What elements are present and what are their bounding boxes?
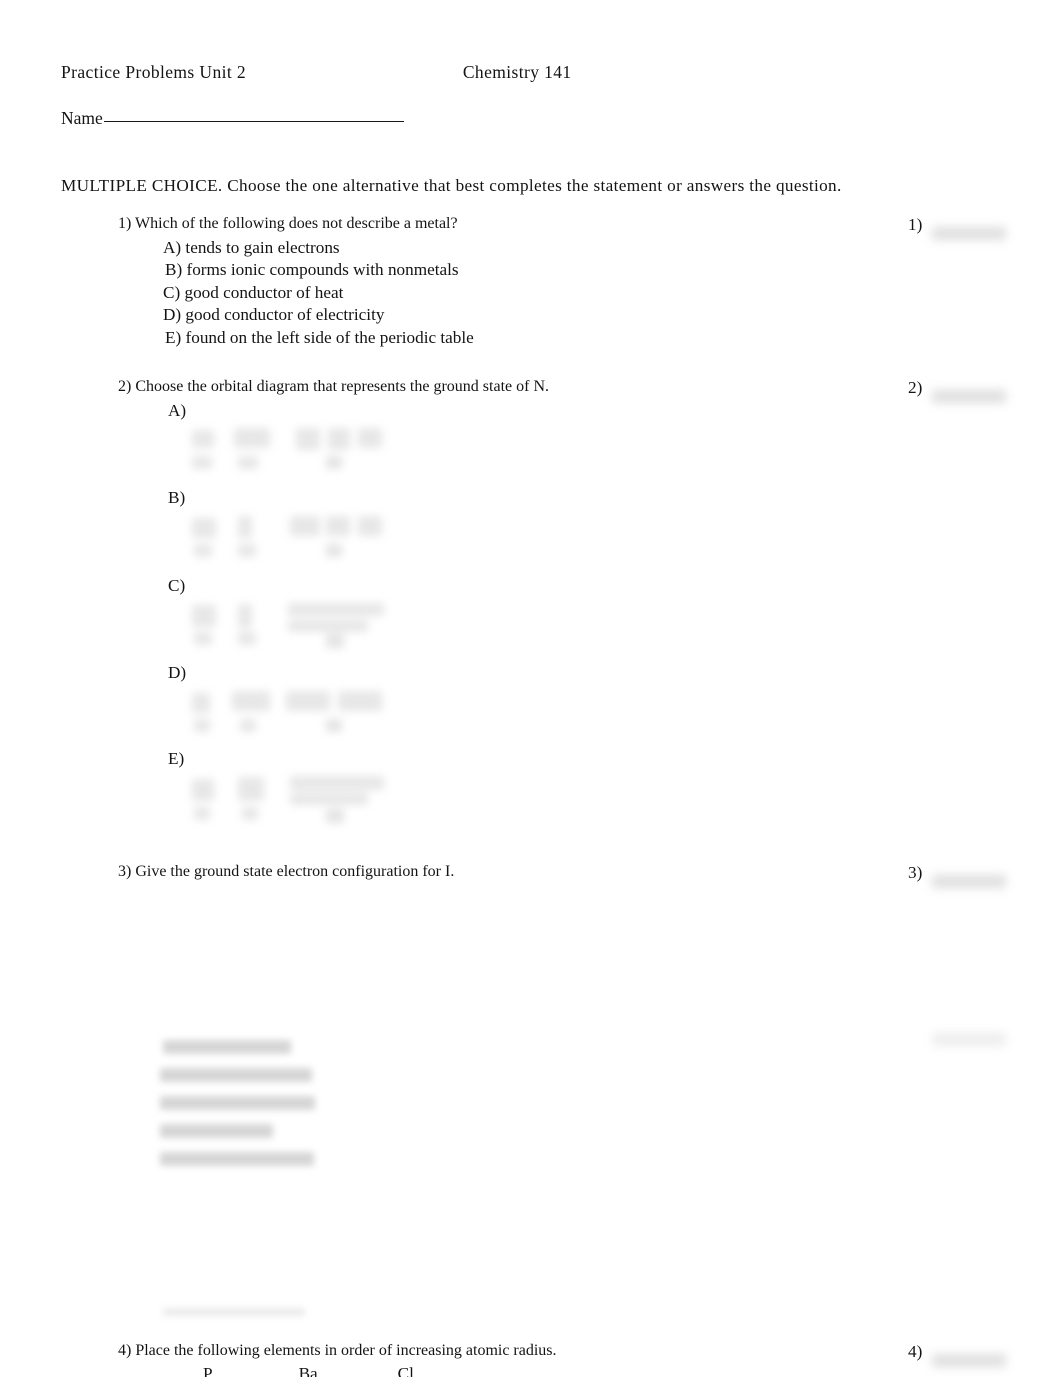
question-2-option-a-label[interactable]: A) bbox=[168, 401, 186, 421]
question-3-option-b-redacted[interactable] bbox=[160, 1068, 312, 1082]
question-3-option-a-redacted[interactable] bbox=[163, 1040, 291, 1054]
question-1-answer-marker: 1) bbox=[908, 215, 923, 234]
question-1-option-d[interactable]: D) good conductor of electricity bbox=[163, 305, 384, 325]
question-2-answer-blank[interactable] bbox=[932, 390, 1006, 403]
question-4-answer-blank[interactable] bbox=[932, 1354, 1006, 1367]
name-field-row: Name bbox=[61, 108, 404, 129]
question-3-answer-blank[interactable] bbox=[932, 875, 1006, 888]
multiple-choice-instructions: MULTIPLE CHOICE. Choose the one alternat… bbox=[61, 176, 842, 195]
question-2-option-a-orbital-diagram bbox=[186, 424, 406, 478]
question-2-option-c-orbital-diagram bbox=[186, 600, 406, 654]
question-3-option-c-redacted[interactable] bbox=[160, 1096, 315, 1110]
question-1-option-c[interactable]: C) good conductor of heat bbox=[163, 283, 343, 303]
question-4-answer-marker: 4) bbox=[908, 1342, 923, 1361]
question-4-element-list: P Ba Cl bbox=[203, 1364, 414, 1377]
question-3-option-d-redacted[interactable] bbox=[160, 1124, 273, 1138]
question-2-option-d-label[interactable]: D) bbox=[168, 663, 186, 683]
name-label: Name bbox=[61, 108, 103, 128]
question-1-answer-blank[interactable] bbox=[932, 227, 1006, 240]
question-2-option-d-orbital-diagram bbox=[186, 687, 406, 741]
question-1-option-a[interactable]: A) tends to gain electrons bbox=[163, 238, 340, 258]
question-1-option-e[interactable]: E) found on the left side of the periodi… bbox=[165, 328, 474, 348]
page-header: Practice Problems Unit 2 Chemistry 141 bbox=[61, 62, 981, 83]
question-1-stem: 1) Which of the following does not descr… bbox=[118, 215, 458, 232]
question-3-option-e-redacted[interactable] bbox=[160, 1152, 314, 1166]
question-2-option-b-label[interactable]: B) bbox=[168, 488, 185, 508]
question-4-element-3: Cl bbox=[397, 1364, 414, 1377]
question-4-stem: 4) Place the following elements in order… bbox=[118, 1342, 557, 1359]
question-3-stem: 3) Give the ground state electron config… bbox=[118, 863, 455, 880]
header-course-code: Chemistry 141 bbox=[462, 62, 572, 82]
question-4-element-2: Ba bbox=[298, 1364, 318, 1377]
question-2-option-e-orbital-diagram bbox=[186, 773, 406, 829]
question-1-option-b[interactable]: B) forms ionic compounds with nonmetals bbox=[165, 260, 459, 280]
question-4-element-1: P bbox=[203, 1364, 213, 1377]
question-2-option-c-label[interactable]: C) bbox=[168, 576, 185, 596]
question-2-answer-marker: 2) bbox=[908, 378, 923, 397]
stray-redacted-rule bbox=[163, 1308, 305, 1316]
question-3-secondary-answer-blank[interactable] bbox=[932, 1033, 1006, 1046]
question-2-stem: 2) Choose the orbital diagram that repre… bbox=[118, 378, 549, 395]
worksheet-page: Practice Problems Unit 2 Chemistry 141 N… bbox=[0, 0, 1062, 1377]
question-2-option-b-orbital-diagram bbox=[186, 512, 406, 566]
header-course-title: Practice Problems Unit 2 bbox=[61, 62, 247, 82]
question-3-answer-marker: 3) bbox=[908, 863, 923, 882]
question-2-option-e-label[interactable]: E) bbox=[168, 749, 184, 769]
name-write-in-line[interactable] bbox=[103, 121, 404, 122]
